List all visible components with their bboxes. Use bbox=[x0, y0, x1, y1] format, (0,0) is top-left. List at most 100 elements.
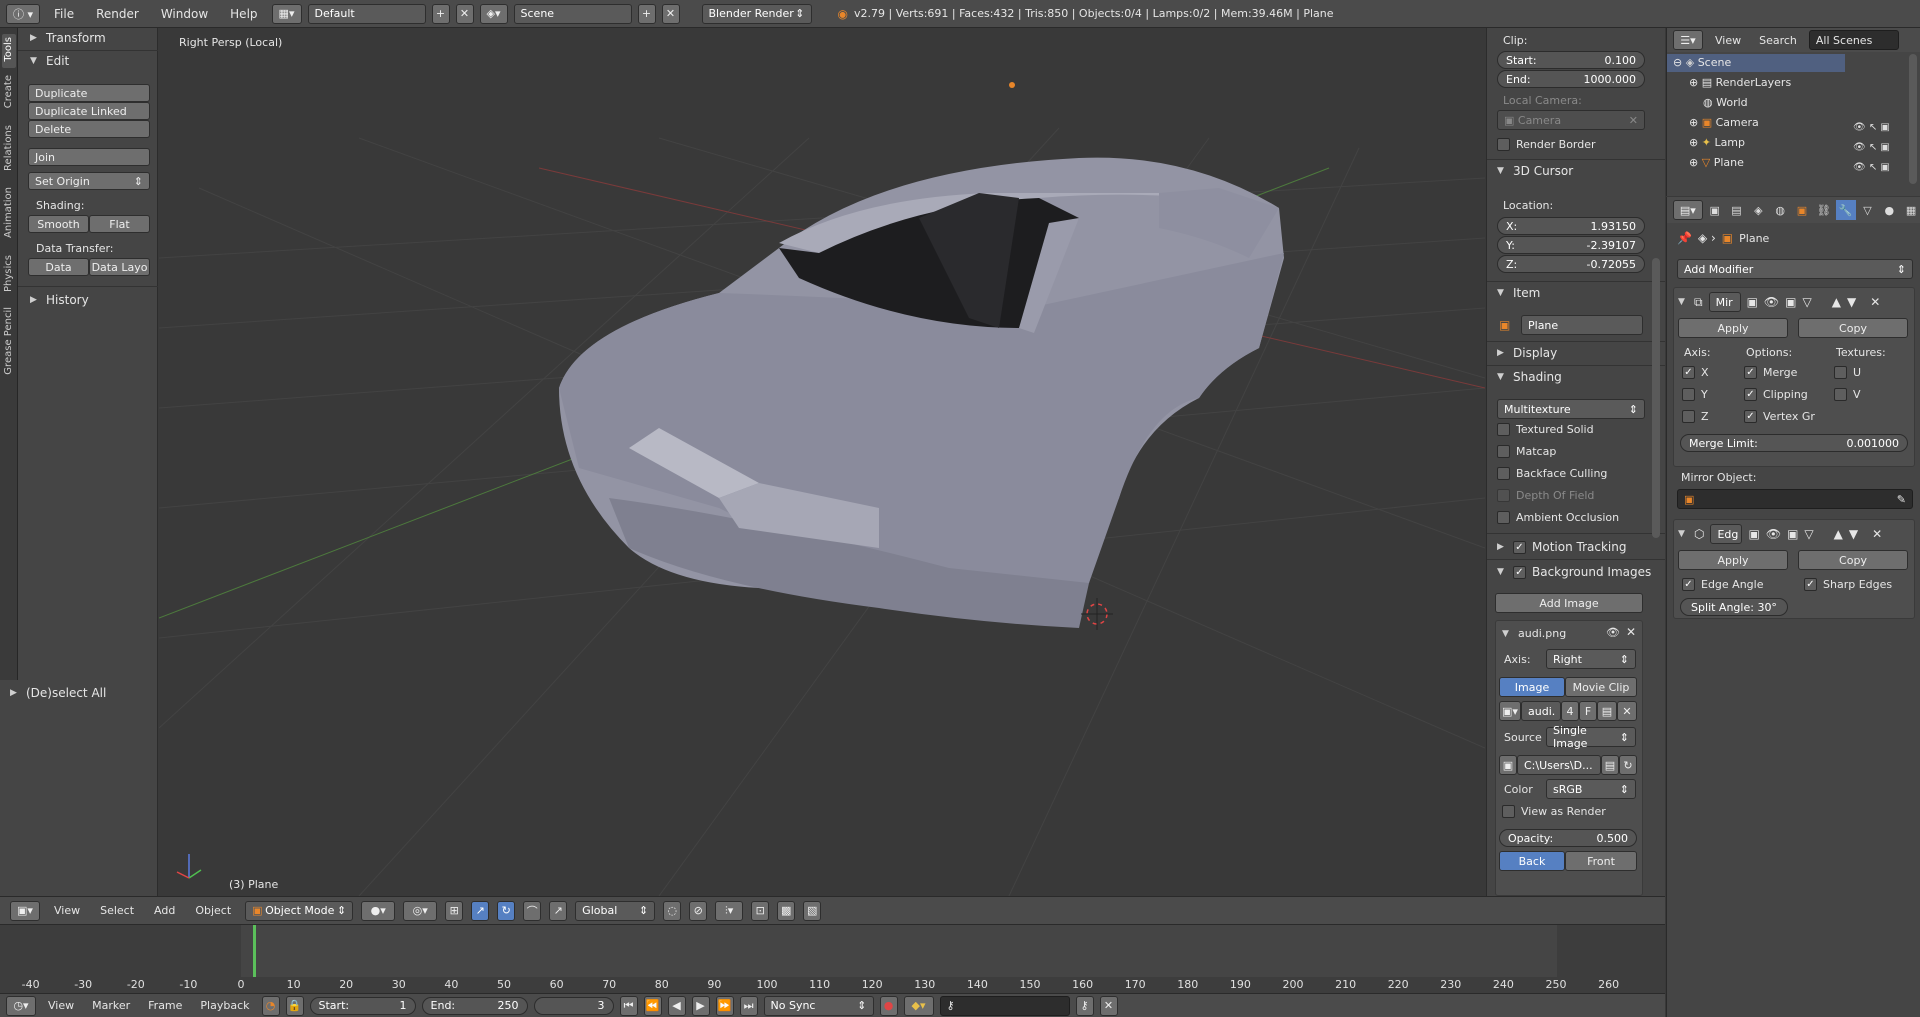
motion-tracking-checkbox[interactable]: ✓ bbox=[1513, 540, 1526, 554]
move-up-icon[interactable]: ▲ bbox=[1832, 295, 1841, 309]
pin-icon[interactable]: 📌 bbox=[1677, 231, 1692, 245]
texture-u-checkbox[interactable] bbox=[1834, 366, 1847, 379]
properties-editor-icon[interactable]: ▤▾ bbox=[1673, 200, 1703, 220]
tab-grease-pencil[interactable]: Grease Pencil bbox=[2, 304, 16, 384]
data-button[interactable]: Data bbox=[28, 258, 89, 276]
axis-select[interactable]: Right ⇕ bbox=[1546, 649, 1636, 669]
outliner-display-select[interactable]: All Scenes bbox=[1808, 30, 1899, 50]
edge-move-down-icon[interactable]: ▼ bbox=[1849, 527, 1858, 541]
play-icon[interactable]: ▶ bbox=[691, 995, 710, 1016]
menu-help[interactable]: Help bbox=[222, 7, 265, 21]
add-scene-icon[interactable]: + bbox=[637, 3, 656, 24]
edge-viewport-toggle-icon[interactable]: 👁 bbox=[1766, 527, 1781, 541]
axis-y-checkbox[interactable] bbox=[1682, 388, 1695, 401]
data-layout-button[interactable]: Data Layo bbox=[89, 258, 150, 276]
vertex-groups-checkbox[interactable]: ✓ bbox=[1744, 410, 1757, 423]
prev-keyframe-icon[interactable]: ⏪ bbox=[643, 995, 662, 1016]
axis-y-row[interactable]: Y bbox=[1682, 388, 1708, 401]
scene-field[interactable]: Scene bbox=[513, 3, 632, 24]
scene-icon[interactable]: ◈▾ bbox=[479, 3, 508, 24]
snap-target-icon[interactable]: ⊡ bbox=[751, 900, 770, 921]
menu-add[interactable]: Add bbox=[148, 904, 181, 917]
set-origin-select[interactable]: Set Origin ⇕ bbox=[28, 172, 150, 190]
edge-angle-row[interactable]: ✓ Edge Angle bbox=[1682, 578, 1763, 591]
movie-clip-tab[interactable]: Movie Clip bbox=[1565, 677, 1637, 697]
merge-checkbox[interactable]: ✓ bbox=[1744, 366, 1757, 379]
view-as-render-row[interactable]: View as Render bbox=[1502, 805, 1606, 818]
duplicate-button[interactable]: Duplicate bbox=[28, 84, 150, 102]
axis-z-row[interactable]: Z bbox=[1682, 410, 1709, 423]
mode-select[interactable]: ▣ Object Mode ⇕ bbox=[245, 900, 354, 921]
texture-v-checkbox[interactable] bbox=[1834, 388, 1847, 401]
backface-row[interactable]: Backface Culling bbox=[1497, 467, 1607, 480]
edge-split-name[interactable]: Edg bbox=[1710, 524, 1743, 544]
clipping-checkbox[interactable]: ✓ bbox=[1744, 388, 1757, 401]
remove-modifier-icon[interactable]: ✕ bbox=[1870, 295, 1880, 309]
outliner-restrict-columns[interactable]: 👁 ↖ ▣ 👁 ↖ ▣ 👁 ↖ ▣ bbox=[1853, 118, 1890, 178]
fake-user-button[interactable]: F bbox=[1579, 701, 1597, 721]
remove-layout-icon[interactable]: ✕ bbox=[455, 3, 474, 24]
local-camera-field[interactable]: ▣ Camera ✕ bbox=[1497, 110, 1645, 130]
edge-render-toggle-icon[interactable]: ▣ bbox=[1748, 527, 1759, 541]
timeline[interactable]: -40 -30 -20 -10 0 10 20 30 40 50 60 70 80 90 100 110 120… bbox=[0, 924, 1665, 993]
shading-mode-icon[interactable]: ●▾ bbox=[361, 900, 396, 921]
bg-images-header[interactable]: ▼ ✓ Background Images bbox=[1497, 565, 1651, 579]
edge-angle-checkbox[interactable]: ✓ bbox=[1682, 578, 1695, 591]
render-engine-select[interactable]: Blender Render ⇕ bbox=[701, 3, 812, 24]
scene-row[interactable]: ⊖ ◈ Scene bbox=[1673, 56, 1731, 69]
frame-start-field[interactable]: Start: 1 bbox=[309, 996, 416, 1015]
add-modifier-select[interactable]: Add Modifier ⇕ bbox=[1677, 259, 1913, 279]
motion-tracking-header[interactable]: ▶ ✓ Motion Tracking bbox=[1497, 540, 1626, 554]
mirror-modifier-name[interactable]: Mir bbox=[1708, 292, 1741, 312]
keying-icon[interactable]: ◆▾ bbox=[903, 995, 934, 1016]
remove-bg-image-icon[interactable]: ✕ bbox=[1626, 625, 1636, 639]
axis-x-checkbox[interactable]: ✓ bbox=[1682, 366, 1695, 379]
preview-range-icon[interactable]: ◔ bbox=[261, 995, 280, 1016]
mirror-object-field[interactable]: ▣ ✎ bbox=[1677, 489, 1913, 509]
layout-field[interactable]: Default bbox=[307, 3, 426, 24]
transform-panel-header[interactable]: ▶ Transform bbox=[30, 31, 106, 45]
menu-view[interactable]: View bbox=[48, 904, 86, 917]
dof-row[interactable]: Depth Of Field bbox=[1497, 489, 1594, 502]
insert-keyframe-icon[interactable]: ⚷ bbox=[1075, 995, 1094, 1016]
edit-panel-header[interactable]: ▼ Edit bbox=[30, 54, 69, 68]
render-toggle-icon[interactable]: ▣ bbox=[1747, 295, 1758, 309]
menu-object[interactable]: Object bbox=[189, 904, 237, 917]
dof-checkbox[interactable] bbox=[1497, 489, 1510, 502]
cursor-panel-header[interactable]: ▼ 3D Cursor bbox=[1497, 164, 1573, 178]
cage-toggle-icon[interactable]: ▽ bbox=[1803, 295, 1812, 309]
world-row[interactable]: ◍ World bbox=[1703, 96, 1748, 109]
deselect-all-header[interactable]: ▶ (De)select All bbox=[10, 686, 106, 700]
clipping-row[interactable]: ✓ Clipping bbox=[1744, 388, 1808, 401]
cursor-x-field[interactable]: X: 1.93150 bbox=[1497, 217, 1645, 235]
color-space-select[interactable]: sRGB ⇕ bbox=[1546, 779, 1636, 799]
browse-file-icon[interactable]: ▤ bbox=[1601, 755, 1619, 775]
edge-editmode-toggle-icon[interactable]: ▣ bbox=[1787, 527, 1798, 541]
clip-end-field[interactable]: End: 1000.000 bbox=[1497, 70, 1645, 88]
shading-panel-header[interactable]: ▼ Shading bbox=[1497, 370, 1562, 384]
tab-animation[interactable]: Animation bbox=[2, 184, 16, 246]
image-datablock-field[interactable]: audi. bbox=[1521, 701, 1561, 721]
edge-copy-button[interactable]: Copy bbox=[1798, 550, 1908, 570]
vertex-groups-row[interactable]: ✓ Vertex Gr bbox=[1744, 410, 1815, 423]
play-reverse-icon[interactable]: ◀ bbox=[667, 995, 686, 1016]
layers-tab-icon[interactable]: ▤ bbox=[1727, 200, 1747, 220]
mirror-copy-button[interactable]: Copy bbox=[1798, 318, 1908, 338]
image-tab[interactable]: Image bbox=[1499, 677, 1565, 697]
merge-limit-field[interactable]: Merge Limit: 0.001000 bbox=[1680, 434, 1908, 452]
orientation-select[interactable]: Global ⇕ bbox=[575, 900, 656, 921]
axis-z-checkbox[interactable] bbox=[1682, 410, 1695, 423]
bg-image-header[interactable]: ▼ audi.png bbox=[1502, 627, 1566, 640]
camera-row[interactable]: ⊕ ▣ Camera bbox=[1689, 116, 1759, 129]
edge-remove-modifier-icon[interactable]: ✕ bbox=[1872, 527, 1882, 541]
texture-u-row[interactable]: U bbox=[1834, 366, 1861, 379]
render-border-row[interactable]: Render Border bbox=[1497, 138, 1596, 151]
duplicate-linked-button[interactable]: Duplicate Linked bbox=[28, 102, 150, 120]
front-button[interactable]: Front bbox=[1565, 851, 1637, 871]
join-button[interactable]: Join bbox=[28, 148, 150, 166]
display-panel-header[interactable]: ▶ Display bbox=[1497, 346, 1557, 360]
pivot-icon[interactable]: ◎▾ bbox=[403, 900, 438, 921]
flat-button[interactable]: Flat bbox=[89, 215, 150, 233]
render-tab-icon[interactable]: ▣ bbox=[1705, 200, 1725, 220]
transform-icon[interactable]: ↗ bbox=[549, 900, 568, 921]
